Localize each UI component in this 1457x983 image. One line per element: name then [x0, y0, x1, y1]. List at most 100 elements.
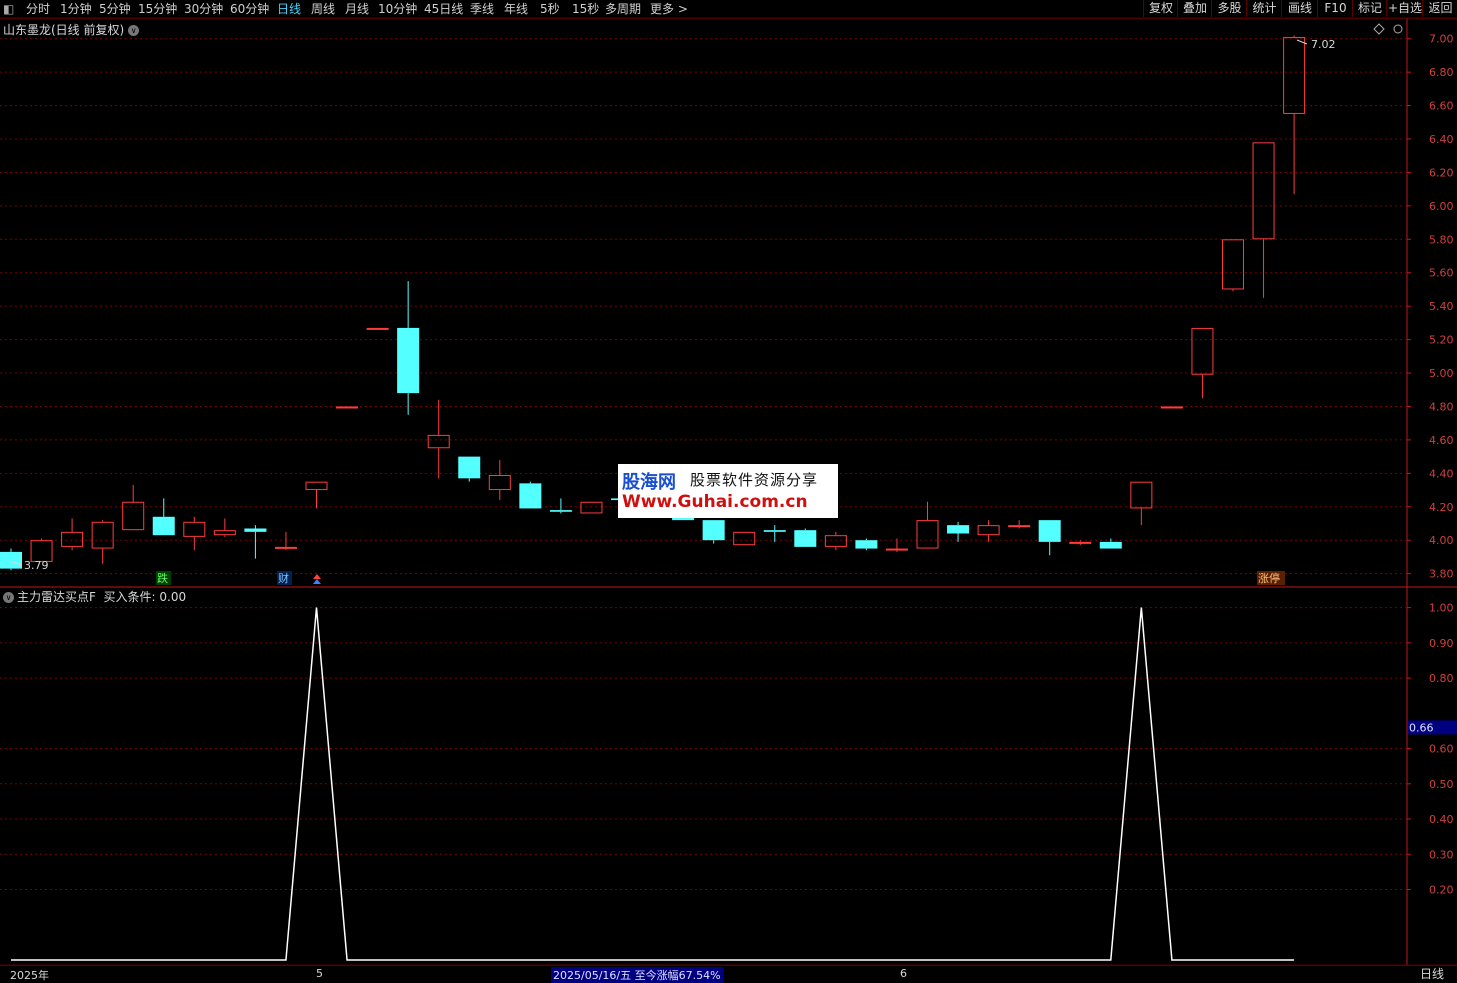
candle-body — [122, 501, 145, 531]
chevron-down-icon[interactable]: ∨ — [128, 25, 140, 36]
candle-body — [183, 521, 206, 537]
period-tab[interactable]: 季线 — [470, 1, 494, 17]
candle-body — [1099, 541, 1122, 549]
candle-body — [794, 530, 817, 547]
candle-body — [366, 327, 389, 330]
watermark-logo: 股海网 — [622, 472, 676, 493]
buy-arrow-icon — [313, 579, 321, 584]
indicator-title: ∨ 主力雷达买点F 买入条件: 0.00 — [3, 588, 186, 605]
event-marker-bg — [1257, 571, 1285, 585]
price-tick-label: 4.80 — [1429, 400, 1454, 413]
candle-body — [91, 521, 114, 549]
period-tab[interactable]: 30分钟 — [184, 1, 223, 17]
indicator-tick-label: 0.40 — [1429, 813, 1454, 826]
indicator-tick-label: 0.30 — [1429, 848, 1454, 861]
candle-body — [549, 510, 572, 512]
candle-body — [1008, 525, 1031, 528]
indicator-tick-label: 0.90 — [1429, 637, 1454, 650]
stock-title: 山东墨龙(日线 前复权) — [3, 23, 125, 37]
toolbar-button[interactable]: 返回 — [1422, 0, 1457, 17]
price-tick-label: 5.00 — [1429, 367, 1454, 380]
toolbar-button[interactable]: F10 — [1317, 0, 1353, 17]
candle-body — [152, 516, 175, 536]
price-tick-label: 6.20 — [1429, 166, 1454, 179]
candle-body — [336, 406, 359, 409]
price-tick-label: 3.80 — [1429, 568, 1454, 581]
toolbar-button[interactable]: 画线 — [1281, 0, 1318, 17]
period-tab[interactable]: 日线 — [277, 1, 301, 17]
price-tick-label: 6.40 — [1429, 133, 1454, 146]
period-tab[interactable]: 5分钟 — [99, 1, 131, 17]
price-tick-label: 7.00 — [1429, 33, 1454, 46]
menu-toggle-icon[interactable]: ◧ — [3, 1, 14, 17]
candle-body — [885, 548, 908, 551]
price-tick-label: 5.80 — [1429, 233, 1454, 246]
candle-body — [1252, 142, 1275, 240]
period-tab[interactable]: 更多 > — [650, 1, 688, 17]
high-pointer — [1296, 39, 1308, 45]
price-tick-label: 6.00 — [1429, 200, 1454, 213]
cursor-date-info: 2025/05/16/五 至今涨幅67.54% — [551, 967, 723, 983]
diamond-icon — [1373, 23, 1385, 35]
toolbar-button[interactable]: 统计 — [1246, 0, 1282, 17]
event-marker: 跌 — [157, 571, 168, 585]
candle-body — [916, 520, 939, 549]
month-label: 5 — [316, 967, 323, 980]
signal-line — [11, 607, 1295, 961]
period-tab[interactable]: 15秒 — [572, 1, 599, 17]
candle-body — [824, 535, 847, 547]
indicator-tick-label: 1.00 — [1429, 602, 1454, 615]
candle-body — [1191, 327, 1214, 375]
price-tick-label: 5.60 — [1429, 267, 1454, 280]
candle-body — [1160, 406, 1183, 409]
chart-title: 山东墨龙(日线 前复权) ∨ — [3, 21, 140, 38]
price-tick-label: 4.60 — [1429, 434, 1454, 447]
low-pointer — [11, 561, 23, 566]
period-tab[interactable]: 分时 — [26, 1, 50, 17]
candle-body — [305, 481, 328, 491]
toolbar-button[interactable]: 复权 — [1143, 0, 1178, 17]
candle-body — [427, 434, 450, 449]
low-price-label: 3.79 — [24, 559, 49, 572]
toolbar-button[interactable]: +自选 — [1386, 0, 1423, 17]
candle-body — [61, 531, 84, 547]
period-tab[interactable]: 月线 — [345, 1, 369, 17]
period-tab[interactable]: 45日线 — [424, 1, 463, 17]
watermark-subtitle: 股票软件资源分享 — [690, 471, 819, 489]
candle-body — [30, 540, 53, 562]
price-tick-label: 4.40 — [1429, 467, 1454, 480]
period-tab[interactable]: 10分钟 — [378, 1, 417, 17]
period-button[interactable]: 日线 — [1420, 965, 1444, 982]
period-tab[interactable]: 5秒 — [540, 1, 560, 17]
date-axis-bar: 2025年 5 2025/05/16/五 至今涨幅67.54% 6 — [0, 965, 1457, 983]
candle-body — [0, 551, 22, 569]
toolbar-button[interactable]: 多股 — [1211, 0, 1247, 17]
indicator-tick-label: 0.60 — [1429, 743, 1454, 756]
period-tab[interactable]: 60分钟 — [230, 1, 269, 17]
period-tab[interactable]: 周线 — [311, 1, 335, 17]
candle-body — [274, 546, 297, 549]
period-tab[interactable]: 年线 — [504, 1, 528, 17]
chevron-down-icon[interactable]: ∨ — [3, 592, 14, 603]
period-tab[interactable]: 1分钟 — [60, 1, 92, 17]
candle-body — [244, 528, 267, 532]
watermark-url: Www.Guhai.com.cn — [622, 492, 808, 512]
period-tab[interactable]: 15分钟 — [138, 1, 177, 17]
period-tab[interactable]: 多周期 — [605, 1, 641, 17]
candle-body — [855, 540, 878, 549]
event-marker-bg — [156, 571, 171, 585]
candle-body — [488, 475, 511, 491]
candle-body — [458, 456, 481, 479]
toolbar-button[interactable]: 叠加 — [1177, 0, 1212, 17]
candle-body — [977, 525, 1000, 536]
indicator-tick-label: 0.20 — [1429, 884, 1454, 897]
price-tick-label: 4.00 — [1429, 534, 1454, 547]
candle-body — [1222, 239, 1244, 290]
current-value-tag — [1408, 720, 1457, 735]
settings-icon — [1393, 24, 1403, 34]
price-tick-label: 5.20 — [1429, 334, 1454, 347]
price-tick-label: 6.80 — [1429, 66, 1454, 79]
candle-body — [1038, 520, 1061, 542]
toolbar-button[interactable]: 标记 — [1352, 0, 1387, 17]
indicator-name: 主力雷达买点F — [17, 590, 96, 604]
